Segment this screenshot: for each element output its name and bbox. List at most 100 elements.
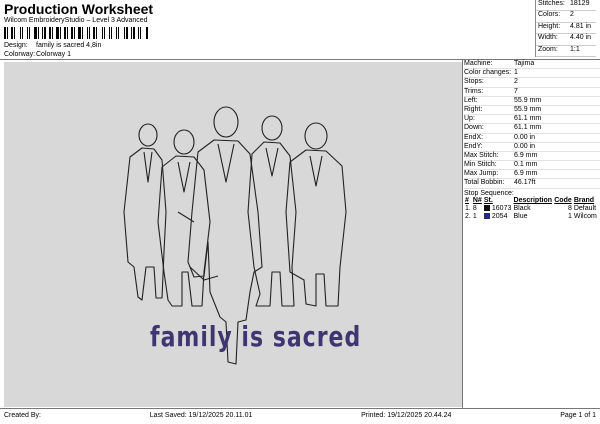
- machine-info-row: Left: 55.9 mm: [464, 97, 600, 106]
- colorway-value: Colorway 1: [36, 51, 72, 58]
- machine-info-value: 55.9 mm: [514, 96, 542, 104]
- stop-cell-brand: Default: [573, 205, 598, 213]
- machine-info-value: 6.9 mm: [514, 151, 538, 159]
- stop-st-text: 16073: [491, 205, 512, 213]
- summary-row: Stitches: 18129: [536, 0, 596, 12]
- machine-info-label: EndY:: [464, 142, 483, 150]
- worksheet-title: Production Worksheet: [4, 1, 154, 17]
- stop-num-text: 2.: [465, 213, 471, 221]
- machine-info-row: Total Bobbin: 46.17ft: [464, 179, 600, 189]
- machine-info-value: Tajima: [514, 60, 535, 67]
- stop-desc-text: Blue: [513, 213, 528, 221]
- stop-code-text: 8: [567, 205, 572, 213]
- stop-header-cell: #: [465, 197, 469, 205]
- machine-info-label: Total Bobbin:: [464, 179, 505, 187]
- design-caption: family is sacred: [150, 322, 362, 354]
- stop-header-cell: St.: [483, 197, 493, 205]
- stop-header-cell: N#: [472, 197, 482, 205]
- last-saved: Last Saved: 19/12/2025 20.11.01: [149, 412, 253, 419]
- stop-row: 2. 1 2054 Blue 1 Wilcom: [464, 213, 598, 221]
- summary-box: Stitches: 18129 Colors: 2 Height: 4.81 in Widt…: [535, 0, 596, 57]
- machine-info-value: 6.9 mm: [514, 170, 538, 178]
- stop-header-cell: Description: [513, 197, 553, 205]
- stop-sequence-header: # N# St. Description Code Brand: [464, 197, 598, 205]
- stop-desc-text: Black: [513, 205, 531, 213]
- machine-info-value: 61.1 mm: [514, 124, 542, 132]
- machine-info-row: Max Stitch: 6.9 mm: [464, 151, 600, 162]
- summary-label: Stitches:: [538, 0, 565, 7]
- summary-label: Width:: [538, 34, 558, 42]
- stop-cell-st: 16073: [483, 205, 513, 213]
- machine-info-value: 0.00 in: [514, 142, 536, 150]
- design-label: Design:: [4, 42, 28, 49]
- stop-cell-num: 1.: [464, 205, 472, 213]
- summary-value: 2: [570, 11, 574, 19]
- embroidery-figures: [123, 106, 347, 365]
- stop-cell-desc: Black: [513, 205, 554, 213]
- stop-cell-num: 2.: [464, 213, 472, 221]
- stop-header-cell: Code: [554, 197, 572, 205]
- barcode: [4, 27, 168, 39]
- footer: Created By: Last Saved: 19/12/2025 20.11…: [4, 412, 596, 419]
- summary-row: Colors: 2: [536, 11, 596, 23]
- design-preview: [4, 62, 462, 407]
- stop-sequence-title: Stop Sequence:: [464, 189, 514, 197]
- software-subtitle: Wilcom EmbroideryStudio – Level 3 Advanc…: [4, 17, 148, 24]
- stop-num-text: 1.: [465, 205, 471, 213]
- summary-label: Colors:: [538, 11, 561, 19]
- machine-info-value: 7: [514, 87, 518, 95]
- stop-n-text: 8: [472, 205, 477, 213]
- machine-info-label: Machine:: [464, 60, 493, 67]
- created-by: Created By:: [4, 412, 41, 419]
- machine-info-label: Up:: [464, 115, 475, 123]
- color-swatch: [483, 213, 490, 220]
- machine-info-label: Stops:: [464, 78, 484, 86]
- machine-info-row: Right: 55.9 mm: [464, 105, 600, 116]
- stop-sequence-table: # N# St. Description Code Brand 1. 8 16073 Black…: [464, 197, 598, 221]
- summary-row: Height: 4.81 in: [536, 22, 596, 35]
- stop-cell-code: 8: [553, 205, 573, 213]
- figure-4: [247, 115, 297, 307]
- stop-cell-st: 2054: [483, 213, 513, 221]
- machine-info-row: Stops: 2: [464, 78, 600, 88]
- stop-cell-n: 8: [472, 205, 483, 213]
- machine-info-value: 2: [514, 78, 518, 86]
- color-swatch: [483, 205, 490, 212]
- summary-value: 4.40 in: [570, 34, 592, 42]
- stop-st-text: 2054: [491, 213, 508, 221]
- stop-row: 1. 8 16073 Black 8 Default: [464, 205, 598, 213]
- stop-header-cell: Brand: [573, 197, 595, 205]
- machine-info-label: Min Stitch:: [464, 161, 497, 169]
- machine-info-row: EndX: 0.00 in: [464, 134, 600, 143]
- machine-info-label: Trims:: [464, 87, 484, 95]
- machine-info-label: Right:: [464, 105, 483, 113]
- machine-info-value: 46.17ft: [514, 179, 536, 187]
- machine-info-row: Min Stitch: 0.1 mm: [464, 161, 600, 171]
- machine-info-value: 55.9 mm: [514, 105, 542, 113]
- stop-cell-brand: Wilcom: [573, 213, 598, 221]
- machine-info-label: Color changes:: [464, 69, 512, 77]
- stop-brand-text: Default: [573, 205, 597, 213]
- stop-code-text: 1: [567, 213, 572, 221]
- machine-info-label: Max Jump:: [464, 170, 499, 178]
- colorway-row: Colorway:Colorway 1: [4, 51, 71, 58]
- page-number: Page 1 of 1: [560, 412, 596, 419]
- summary-value: 18129: [570, 0, 590, 7]
- printed-date: Printed: 19/12/2025 20.44.24: [361, 412, 452, 419]
- machine-info-row: Down: 61.1 mm: [464, 124, 600, 134]
- summary-value: 4.81 in: [570, 22, 592, 30]
- footer-divider: [0, 408, 600, 409]
- stop-cell-n: 1: [472, 213, 483, 221]
- vertical-divider: [462, 59, 463, 408]
- machine-info-row: Max Jump: 6.9 mm: [464, 170, 600, 180]
- machine-info-label: Down:: [464, 124, 484, 132]
- machine-info-label: Left:: [464, 96, 478, 104]
- figure-5: [285, 122, 347, 307]
- machine-info-label: Max Stitch:: [464, 151, 499, 159]
- machine-info-value: 61.1 mm: [514, 115, 542, 123]
- machine-info-label: EndX:: [464, 133, 484, 141]
- summary-value: 1:1: [570, 45, 580, 53]
- design-value: family is sacred 4,8in: [36, 42, 102, 49]
- summary-label: Height:: [538, 22, 561, 30]
- figure-1: [123, 123, 167, 301]
